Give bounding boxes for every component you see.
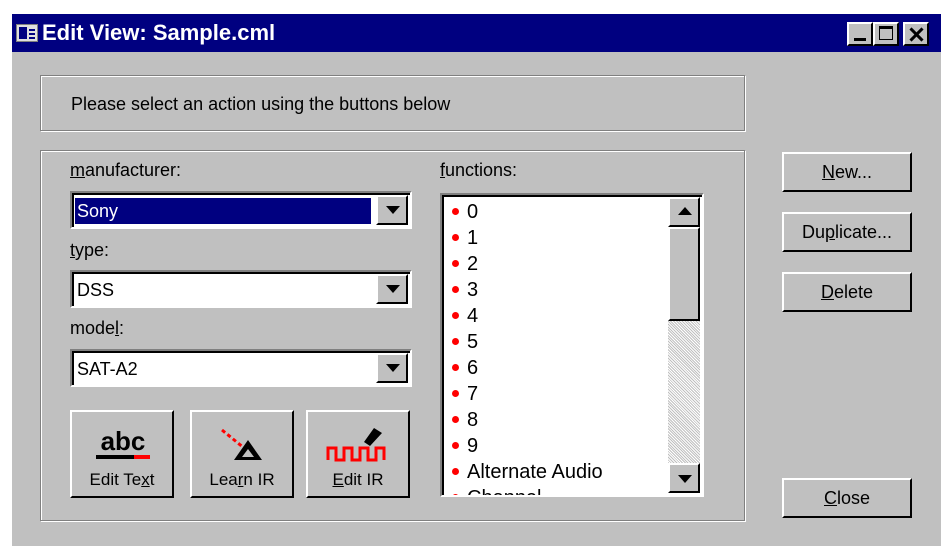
learn-ir-caption: Learn IR xyxy=(209,470,275,489)
learn-ir-icon xyxy=(221,428,262,460)
function-list-item[interactable]: 7 xyxy=(450,381,603,407)
functions-listbox[interactable]: 0 1 2 3 4 5 6 7 8 9 Alternate Audio Channel xyxy=(440,193,704,497)
bullet-icon xyxy=(452,207,459,215)
learn-ir-button[interactable]: Learn IR xyxy=(190,410,294,498)
model-value: SAT-A2 xyxy=(77,359,138,379)
functions-label: functions: xyxy=(440,160,518,180)
edit-text-caption: Edit Text xyxy=(89,470,155,489)
bullet-icon xyxy=(452,311,459,319)
edit-ir-icon xyxy=(326,428,386,462)
type-value: DSS xyxy=(77,280,115,300)
functions-items: 0 1 2 3 4 5 6 7 8 9 Alternate Audio Channel xyxy=(450,199,603,495)
function-label: Alternate Audio xyxy=(467,461,603,483)
window-title: Edit View: Sample.cml xyxy=(42,20,276,45)
bullet-icon xyxy=(452,233,459,241)
delete-button[interactable]: Delete xyxy=(782,272,912,312)
scroll-up-button[interactable] xyxy=(668,197,700,227)
svg-text:abc: abc xyxy=(101,426,146,456)
function-label: Channel xyxy=(467,487,542,495)
edit-ir-caption: Edit IR xyxy=(332,470,384,489)
close-button[interactable]: Close xyxy=(782,478,912,518)
function-list-item[interactable]: 9 xyxy=(450,433,603,459)
instruction-text: Please select an action using the button… xyxy=(71,94,451,114)
model-dropdown-button[interactable] xyxy=(376,353,408,383)
function-label: 2 xyxy=(467,253,479,275)
bullet-icon xyxy=(452,337,459,345)
close-window-button[interactable] xyxy=(903,22,929,46)
type-dropdown-button[interactable] xyxy=(376,274,408,304)
bullet-icon xyxy=(452,493,459,495)
function-label: 4 xyxy=(467,305,479,327)
functions-scrollbar[interactable] xyxy=(668,197,700,493)
bullet-icon xyxy=(452,285,459,293)
function-list-item[interactable]: 6 xyxy=(450,355,603,381)
manufacturer-dropdown-button[interactable] xyxy=(376,195,408,225)
bullet-icon xyxy=(452,415,459,423)
function-list-item[interactable]: 0 xyxy=(450,199,603,225)
function-label: 8 xyxy=(467,409,479,431)
scroll-thumb[interactable] xyxy=(668,227,700,321)
manufacturer-select[interactable]: Sony xyxy=(70,191,412,229)
type-label: type: xyxy=(70,240,110,260)
bullet-icon xyxy=(452,467,459,475)
type-select[interactable]: DSS xyxy=(70,270,412,308)
function-list-item[interactable]: 2 xyxy=(450,251,603,277)
function-list-item[interactable]: 3 xyxy=(450,277,603,303)
function-label: 5 xyxy=(467,331,479,353)
new-button[interactable]: New... xyxy=(782,152,912,192)
bullet-icon xyxy=(452,259,459,267)
app-icon[interactable] xyxy=(16,24,38,42)
bullet-icon xyxy=(452,389,459,397)
function-label: 3 xyxy=(467,279,479,301)
function-label: 0 xyxy=(467,201,479,223)
function-label: 1 xyxy=(467,227,479,249)
function-list-item[interactable]: 4 xyxy=(450,303,603,329)
duplicate-button[interactable]: Duplicate... xyxy=(782,212,912,252)
function-list-item[interactable]: Channel xyxy=(450,485,603,495)
function-list-item[interactable]: 5 xyxy=(450,329,603,355)
edit-ir-button[interactable]: Edit IR xyxy=(306,410,410,498)
edit-text-button[interactable]: abc Edit Text xyxy=(70,410,174,498)
maximize-button[interactable] xyxy=(873,22,899,46)
model-select[interactable]: SAT-A2 xyxy=(70,349,412,387)
abc-icon: abc xyxy=(96,426,150,459)
function-list-item[interactable]: Alternate Audio xyxy=(450,459,603,485)
manufacturer-label: manufacturer: xyxy=(70,160,182,180)
function-label: 9 xyxy=(467,435,479,457)
function-label: 7 xyxy=(467,383,479,405)
function-list-item[interactable]: 8 xyxy=(450,407,603,433)
function-label: 6 xyxy=(467,357,479,379)
function-list-item[interactable]: 1 xyxy=(450,225,603,251)
model-label: model: xyxy=(70,318,125,338)
manufacturer-value: Sony xyxy=(74,197,372,225)
title-bar[interactable]: Edit View: Sample.cml xyxy=(12,14,941,52)
minimize-button[interactable] xyxy=(847,22,873,46)
bullet-icon xyxy=(452,363,459,371)
bullet-icon xyxy=(452,441,459,449)
scroll-down-button[interactable] xyxy=(668,463,700,493)
instruction-box: Please select an action using the button… xyxy=(40,75,745,131)
